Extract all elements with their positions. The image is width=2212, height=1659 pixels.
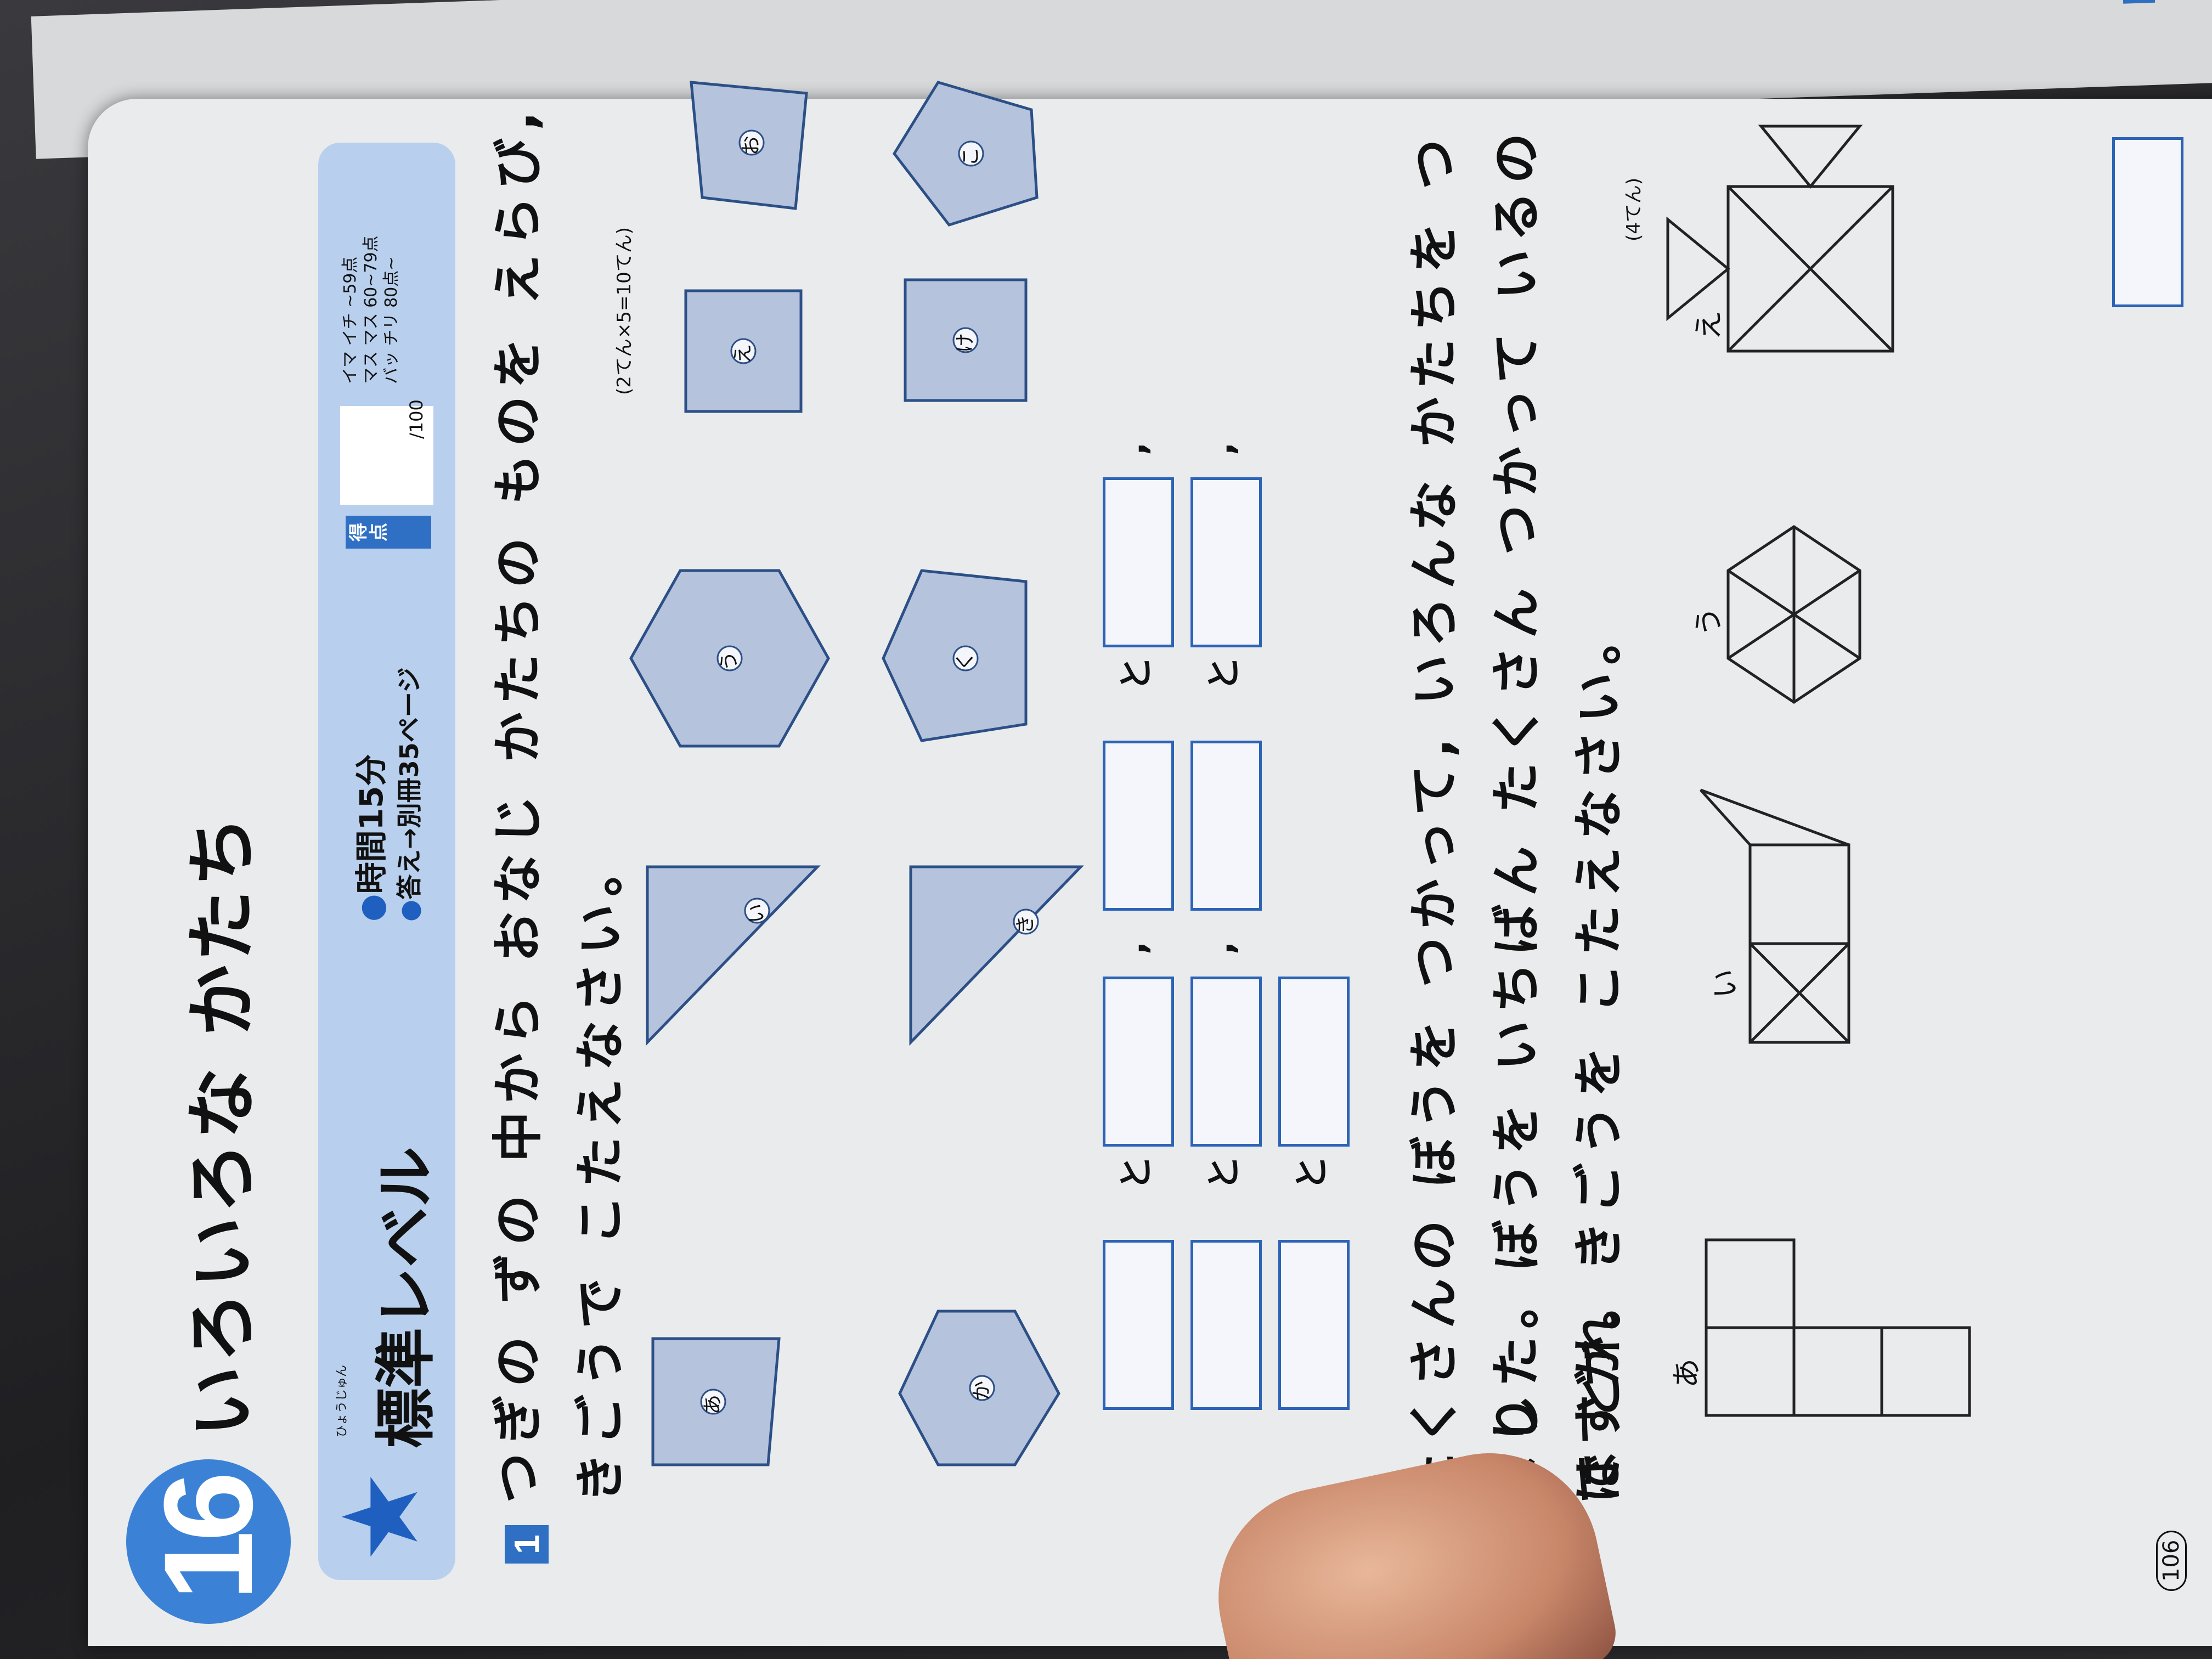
figure-u bbox=[1726, 524, 1861, 704]
figure-label-i: い bbox=[1708, 969, 1742, 998]
figure-label-u: う bbox=[1691, 607, 1726, 636]
question-2-answer-box[interactable] bbox=[2112, 137, 2183, 307]
figure-label-e: え bbox=[1691, 311, 1726, 340]
figure-label-a: あ bbox=[1669, 1358, 1704, 1388]
worksheet: 16 いろいろな かたち ★ ひょうじゅん 標準レベル ●時間15分 ●答え→別… bbox=[82, 77, 2212, 1646]
photo-background: 3 16 いろいろな かたち ★ ひょうじゅん 標準レベル ●時間15分 ●答え… bbox=[0, 0, 2212, 1659]
page-number: 106 bbox=[2156, 1530, 2187, 1591]
figure-i bbox=[1700, 788, 1850, 1044]
figure-a bbox=[1705, 1238, 1971, 1417]
back-page-tab: 3 bbox=[2121, 0, 2155, 4]
question-2-figures bbox=[1666, 125, 1971, 1417]
